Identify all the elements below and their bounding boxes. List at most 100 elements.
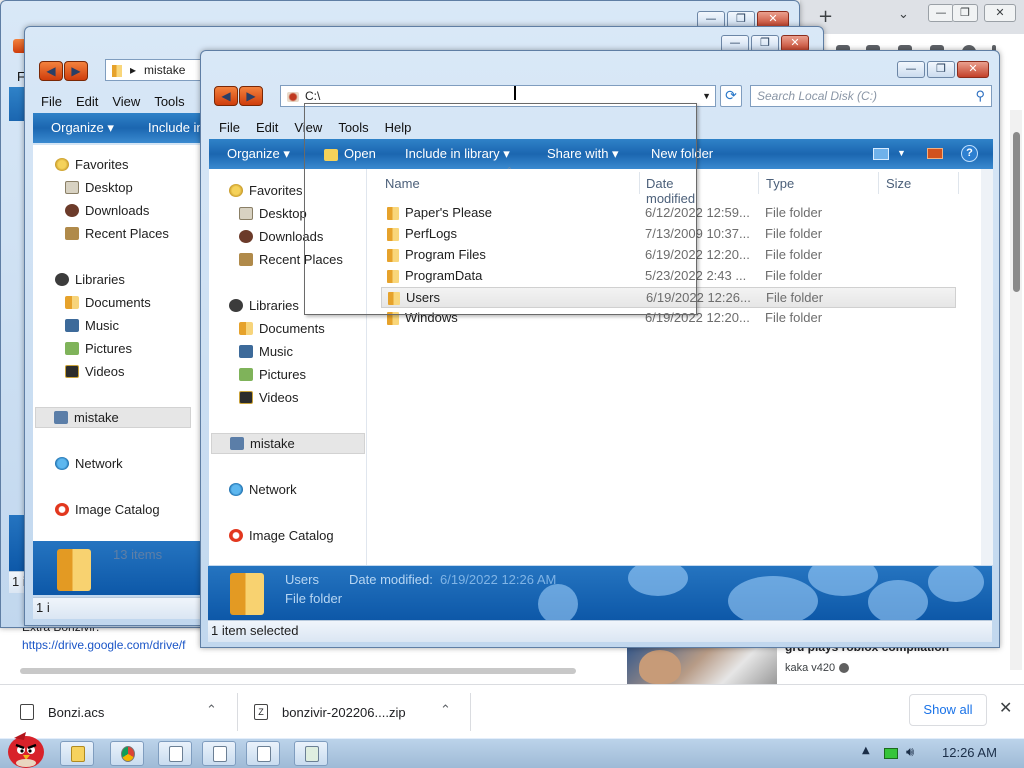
address-dropdown-icon[interactable]: ▼ <box>702 86 711 106</box>
preview-pane-icon[interactable] <box>927 148 943 159</box>
nav-network[interactable]: Network <box>55 456 123 471</box>
nav-home-folder[interactable]: mistake <box>35 407 191 428</box>
detail-date-value: 6/19/2022 12:26 AM <box>440 572 557 587</box>
menu-edit[interactable]: Edit <box>256 120 278 135</box>
file-list-scrollbar[interactable] <box>981 169 993 565</box>
address-dropdown-outline <box>304 103 697 315</box>
music-icon <box>65 319 79 332</box>
downloads-icon <box>65 204 79 217</box>
nav-network[interactable]: Network <box>229 482 297 497</box>
nav-videos[interactable]: Videos <box>239 390 299 405</box>
nav-libraries[interactable]: Libraries <box>55 272 125 287</box>
nav-libraries[interactable]: Libraries <box>229 298 299 313</box>
nav-label: Favorites <box>249 183 303 198</box>
nav-image-catalog[interactable]: Image Catalog <box>229 528 334 543</box>
nav-documents[interactable]: Documents <box>65 295 151 310</box>
taskbar-chrome-button[interactable] <box>110 741 144 766</box>
browser-maximize-button[interactable]: ❐ <box>952 4 978 22</box>
show-hidden-icons-icon[interactable]: ▲ <box>862 745 870 756</box>
selected-folder-icon <box>230 573 264 615</box>
forward-button[interactable]: ▶ <box>239 86 263 106</box>
help-icon[interactable]: ? <box>961 145 978 162</box>
view-dropdown-icon[interactable]: ▼ <box>897 148 906 158</box>
address-text: C:\ <box>305 89 321 103</box>
nav-label: Documents <box>85 295 151 310</box>
refresh-icon[interactable]: ⟳ <box>720 85 742 107</box>
drive-link[interactable]: https://drive.google.com/drive/f <box>22 638 185 652</box>
include-in-library-button[interactable]: Include in <box>148 120 204 135</box>
nav-label: Desktop <box>85 180 133 195</box>
search-box[interactable]: Search Local Disk (C:) ⚲ <box>750 85 992 107</box>
nav-favorites[interactable]: Favorites <box>229 183 302 198</box>
menu-file[interactable]: File <box>41 94 62 109</box>
file-icon <box>20 704 34 720</box>
chevron-up-icon[interactable]: ⌃ <box>206 703 217 718</box>
detail-name: Users <box>285 572 319 587</box>
nav-pictures[interactable]: Pictures <box>239 367 306 382</box>
close-button[interactable]: ✕ <box>957 61 989 78</box>
nav-downloads[interactable]: Downloads <box>65 203 149 218</box>
maximize-button[interactable]: ❐ <box>927 61 955 78</box>
nav-documents[interactable]: Documents <box>239 321 325 336</box>
libraries-icon <box>55 273 69 286</box>
page-scrollbar-thumb[interactable] <box>1013 132 1020 292</box>
nav-favorites[interactable]: Favorites <box>55 157 128 172</box>
column-separator[interactable] <box>958 172 959 194</box>
tab-search-button[interactable]: ⌄ <box>898 7 909 22</box>
nav-music[interactable]: Music <box>239 344 293 359</box>
organize-button[interactable]: Organize ▾ <box>51 120 114 136</box>
show-all-button[interactable]: Show all <box>909 694 987 726</box>
taskbar-notepad-button[interactable] <box>294 741 328 766</box>
download-bar: Bonzi.acs ⌃ Z bonzivir-202206....zip ⌃ <box>0 684 1024 738</box>
menu-view[interactable]: View <box>112 94 140 109</box>
nav-videos[interactable]: Videos <box>65 364 125 379</box>
taskbar-document-button[interactable] <box>158 741 192 766</box>
menu-edit[interactable]: Edit <box>76 94 98 109</box>
nav-pictures[interactable]: Pictures <box>65 341 132 356</box>
column-separator[interactable] <box>878 172 879 194</box>
taskbar-clock[interactable]: 12:26 AM <box>942 745 997 760</box>
view-options-icon[interactable] <box>873 148 889 160</box>
column-separator[interactable] <box>758 172 759 194</box>
nav-home-folder[interactable]: mistake <box>211 433 365 454</box>
nav-music[interactable]: Music <box>65 318 119 333</box>
nav-desktop[interactable]: Desktop <box>239 206 307 221</box>
forward-button[interactable]: ▶ <box>64 61 88 81</box>
video-thumbnail[interactable] <box>627 648 777 684</box>
nav-desktop[interactable]: Desktop <box>65 180 133 195</box>
decorative-bubble <box>628 566 688 596</box>
angry-bird-start-icon[interactable] <box>4 728 48 768</box>
new-tab-button[interactable]: + <box>818 6 833 27</box>
browser-minimize-button[interactable]: — <box>928 4 954 22</box>
back-button[interactable]: ◀ <box>39 61 63 81</box>
organize-button[interactable]: Organize ▾ <box>227 146 290 162</box>
video-channel[interactable]: kaka v420 <box>785 662 850 674</box>
taskbar-explorer-button[interactable] <box>60 741 94 766</box>
minimize-button[interactable]: — <box>897 61 925 78</box>
nav-recent-places[interactable]: Recent Places <box>65 226 169 241</box>
column-header-type[interactable]: Type <box>766 176 794 191</box>
column-header-size[interactable]: Size <box>886 176 911 191</box>
volume-icon[interactable]: 🔊︎ <box>906 745 914 760</box>
back-button[interactable]: ◀ <box>214 86 238 106</box>
horizontal-scrollbar[interactable] <box>20 668 576 674</box>
menu-tools[interactable]: Tools <box>154 94 184 109</box>
star-icon <box>229 184 243 197</box>
taskbar-document-button[interactable] <box>202 741 236 766</box>
nav-label: Music <box>259 344 293 359</box>
menu-file[interactable]: File <box>219 120 240 135</box>
breadcrumb-arrow-icon[interactable]: ▸ <box>130 63 136 77</box>
notepad-icon <box>305 746 319 762</box>
chevron-up-icon[interactable]: ⌃ <box>440 703 451 718</box>
pictures-icon <box>65 342 79 355</box>
close-icon[interactable]: ✕ <box>999 698 1012 717</box>
taskbar-document-button[interactable] <box>246 741 280 766</box>
search-placeholder: Search Local Disk (C:) <box>757 89 878 103</box>
browser-close-button[interactable]: ✕ <box>984 4 1016 22</box>
image-catalog-icon <box>55 503 69 516</box>
nav-image-catalog[interactable]: Image Catalog <box>55 502 160 517</box>
folder-icon <box>112 64 122 77</box>
download-item[interactable]: Z bonzivir-202206....zip <box>254 685 406 739</box>
search-icon[interactable]: ⚲ <box>975 86 985 106</box>
network-status-icon[interactable] <box>884 748 898 759</box>
